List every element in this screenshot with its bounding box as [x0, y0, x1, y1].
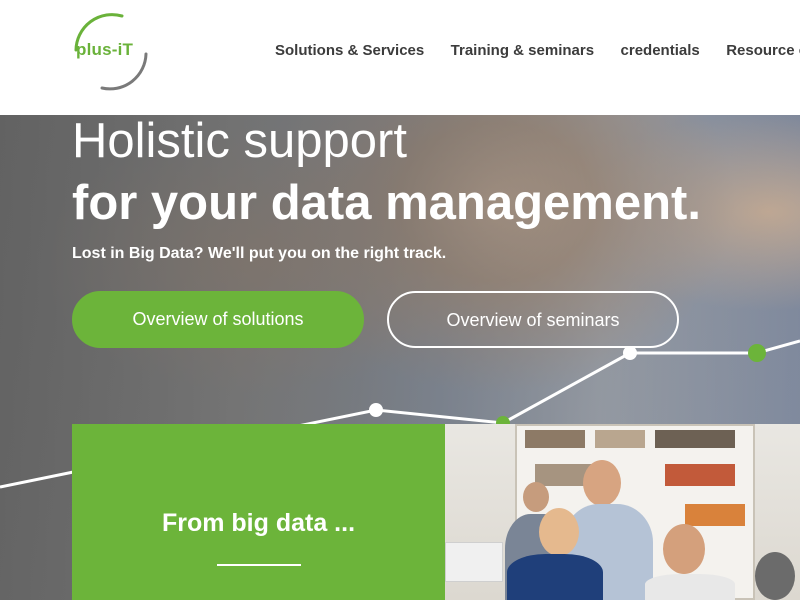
- overview-seminars-button[interactable]: Overview of seminars: [387, 291, 679, 348]
- hero-subtitle: Lost in Big Data? We'll put you on the r…: [72, 245, 447, 262]
- person-body: [507, 554, 603, 600]
- monitor: [445, 542, 503, 582]
- person-body: [645, 574, 735, 600]
- person-head: [663, 524, 705, 574]
- person-head: [523, 482, 549, 512]
- person-head: [583, 460, 621, 506]
- nav-item-solutions[interactable]: Solutions & Services: [275, 42, 424, 59]
- logo[interactable]: plus-iT: [70, 10, 154, 92]
- office-photo: [445, 424, 800, 600]
- book: [595, 430, 645, 448]
- nav-item-resources[interactable]: Resource c: [726, 42, 800, 59]
- nav-item-credentials[interactable]: credentials: [621, 42, 700, 59]
- nav-item-training[interactable]: Training & seminars: [451, 42, 594, 59]
- book: [685, 504, 745, 526]
- line-node: [369, 403, 383, 417]
- book: [655, 430, 735, 448]
- hero-title-light: Holistic support: [72, 115, 407, 168]
- book: [525, 430, 585, 448]
- line-node: [748, 344, 766, 362]
- site-header: plus-iT Solutions & Services Training & …: [0, 0, 800, 115]
- line-node: [623, 346, 637, 360]
- feature-card: From big data ...: [72, 424, 445, 600]
- book: [665, 464, 735, 486]
- overview-solutions-button[interactable]: Overview of solutions: [72, 291, 364, 348]
- logo-text: plus-iT: [76, 40, 134, 59]
- card-divider: [217, 564, 301, 566]
- main-nav: Solutions & Services Training & seminars…: [275, 42, 800, 60]
- person-head: [539, 508, 579, 556]
- hero-title-bold: for your data management.: [72, 176, 701, 230]
- person-head: [755, 552, 795, 600]
- card-title: From big data ...: [161, 509, 356, 537]
